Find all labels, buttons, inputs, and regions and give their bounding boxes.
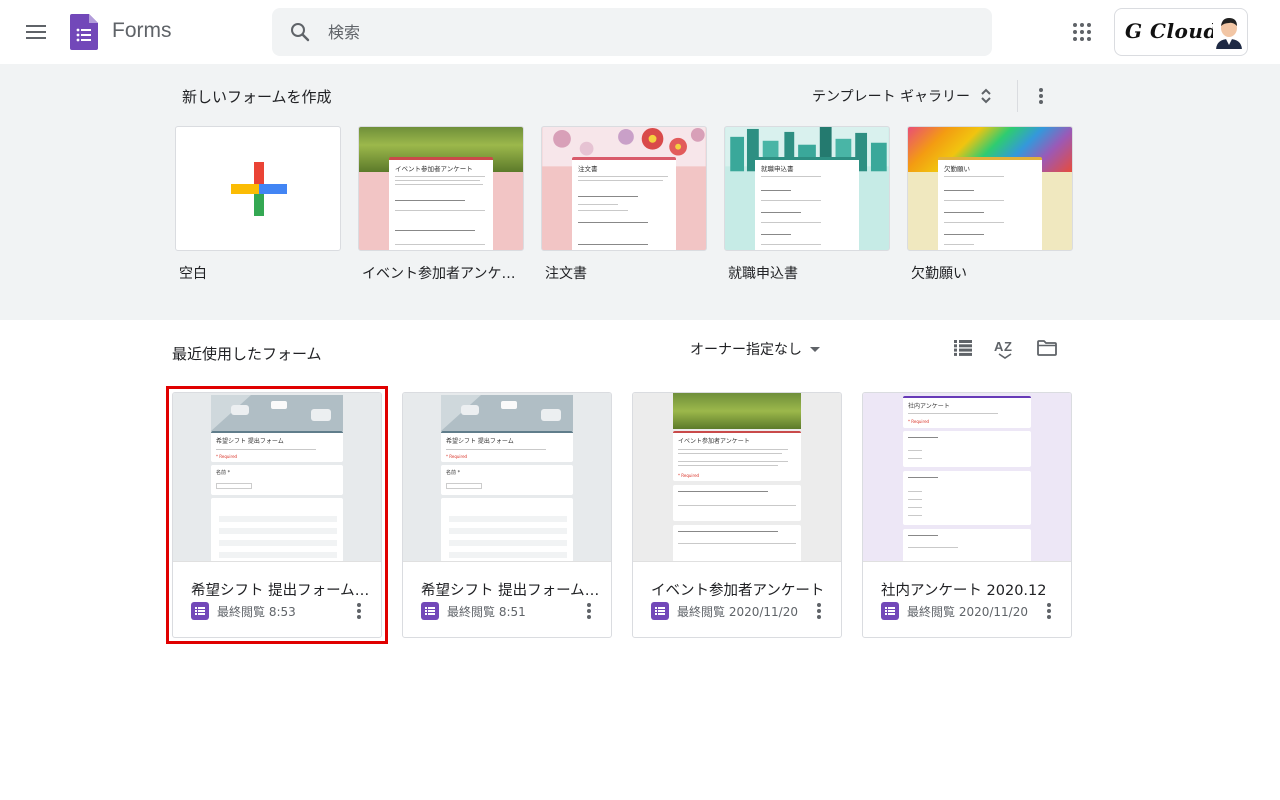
last-opened-text: 最終閲覧 8:51: [447, 604, 526, 619]
avatar: [1213, 15, 1245, 49]
last-opened-text: 最終閲覧 8:53: [217, 604, 296, 619]
owner-filter-label: オーナー指定なし: [690, 342, 802, 358]
apps-grid-icon: [1073, 23, 1091, 41]
template-gallery-label: テンプレート ギャラリー: [812, 89, 971, 105]
form-meta: 最終閲覧 2020/11/20: [881, 601, 1028, 621]
forms-file-icon: [421, 602, 439, 620]
forms-logo-icon[interactable]: [70, 14, 98, 50]
form-preview: 希望シフト 提出フォーム * Required 名前 *: [173, 393, 381, 562]
template-thumbnail: 就職申込書: [724, 126, 890, 251]
form-more-button[interactable]: [577, 599, 601, 623]
template-job-application[interactable]: 就職申込書 就職申込書: [724, 126, 890, 283]
dropdown-arrow-icon: [810, 346, 820, 352]
form-preview: 社内アンケート * Required: [863, 393, 1071, 562]
template-event-survey[interactable]: イベント参加者アンケート イベント参加者アンケート: [358, 126, 524, 283]
template-label: 就職申込書: [728, 266, 798, 282]
template-label: 欠勤願い: [911, 266, 967, 282]
divider: [1017, 80, 1018, 112]
header-image: [211, 395, 343, 431]
recent-form-card[interactable]: 希望シフト 提出フォーム * Required 名前 * 希望シフト 提出フォー…: [172, 392, 382, 638]
hamburger-menu-icon: [26, 25, 46, 39]
google-apps-button[interactable]: [1062, 12, 1102, 52]
template-label: 注文書: [545, 266, 587, 282]
more-vert-icon: [1047, 603, 1051, 619]
recent-form-card[interactable]: 希望シフト 提出フォーム * Required 名前 * 希望シフト 提出フォー…: [402, 392, 612, 638]
sort-button[interactable]: A Z: [989, 332, 1021, 364]
form-more-button[interactable]: [1037, 599, 1061, 623]
template-more-button[interactable]: [1024, 78, 1058, 114]
template-thumbnail: 注文書: [541, 126, 707, 251]
search-input[interactable]: [328, 8, 968, 56]
unfold-more-icon: [981, 88, 991, 104]
form-more-button[interactable]: [347, 599, 371, 623]
recent-forms-title: 最近使用したフォーム: [172, 345, 322, 363]
last-opened-text: 最終閲覧 2020/11/20: [677, 604, 798, 619]
list-view-button[interactable]: [947, 332, 979, 364]
top-app-bar: Forms G Cloud: [0, 0, 1280, 64]
plus-icon: [231, 162, 287, 216]
account-label: G Cloud: [1125, 19, 1218, 43]
search-icon[interactable]: [288, 20, 312, 44]
template-order-form[interactable]: 注文書 注文書: [541, 126, 707, 283]
form-title: イベント参加者アンケート: [651, 583, 825, 599]
more-vert-icon: [587, 603, 591, 619]
folder-icon: [1037, 340, 1057, 356]
svg-text:Z: Z: [1004, 339, 1012, 354]
owner-filter-dropdown[interactable]: オーナー指定なし: [686, 334, 824, 364]
last-opened-text: 最終閲覧 2020/11/20: [907, 604, 1028, 619]
svg-text:A: A: [994, 339, 1004, 354]
sort-az-icon: A Z: [994, 339, 1012, 359]
app-title[interactable]: Forms: [112, 19, 172, 43]
template-label: 空白: [179, 266, 207, 282]
more-vert-icon: [817, 603, 821, 619]
form-meta: 最終閲覧 8:53: [191, 601, 296, 621]
search-bar[interactable]: [272, 8, 992, 56]
account-button[interactable]: G Cloud: [1114, 8, 1248, 56]
template-thumbnail: イベント参加者アンケート: [358, 126, 524, 251]
forms-file-icon: [191, 602, 209, 620]
form-title: 希望シフト 提出フォーム 2020.12: [421, 583, 601, 599]
header-image: [441, 395, 573, 431]
template-thumbnail: [175, 126, 341, 251]
template-blank[interactable]: 空白: [175, 126, 341, 283]
main-menu-button[interactable]: [16, 12, 56, 52]
form-preview: イベント参加者アンケート * Required: [633, 393, 841, 562]
template-thumbnail: 欠勤願い: [907, 126, 1073, 251]
template-section-title: 新しいフォームを作成: [182, 88, 332, 106]
form-more-button[interactable]: [807, 599, 831, 623]
recent-form-card[interactable]: 社内アンケート * Required 社内アンケート 2020.12 最終閲覧 …: [862, 392, 1072, 638]
folder-button[interactable]: [1031, 332, 1063, 364]
form-meta: 最終閲覧 8:51: [421, 601, 526, 621]
template-label: イベント参加者アンケート: [362, 266, 518, 282]
forms-file-icon: [881, 602, 899, 620]
form-title: 社内アンケート 2020.12: [881, 583, 1047, 599]
forms-file-icon: [651, 602, 669, 620]
template-section: 新しいフォームを作成 テンプレート ギャラリー 空白 イベント参加者アンケート …: [0, 64, 1280, 320]
recent-form-card[interactable]: イベント参加者アンケート * Required イベント参加者アンケート 最終閲…: [632, 392, 842, 638]
more-vert-icon: [1039, 88, 1043, 104]
form-title: 希望シフト 提出フォーム 2020.12: [191, 583, 371, 599]
form-meta: 最終閲覧 2020/11/20: [651, 601, 798, 621]
form-preview: 希望シフト 提出フォーム * Required 名前 *: [403, 393, 611, 562]
list-view-icon: [954, 340, 972, 356]
template-absence-request[interactable]: 欠勤願い 欠勤願い: [907, 126, 1073, 283]
more-vert-icon: [357, 603, 361, 619]
template-gallery-button[interactable]: テンプレート ギャラリー: [808, 78, 996, 114]
